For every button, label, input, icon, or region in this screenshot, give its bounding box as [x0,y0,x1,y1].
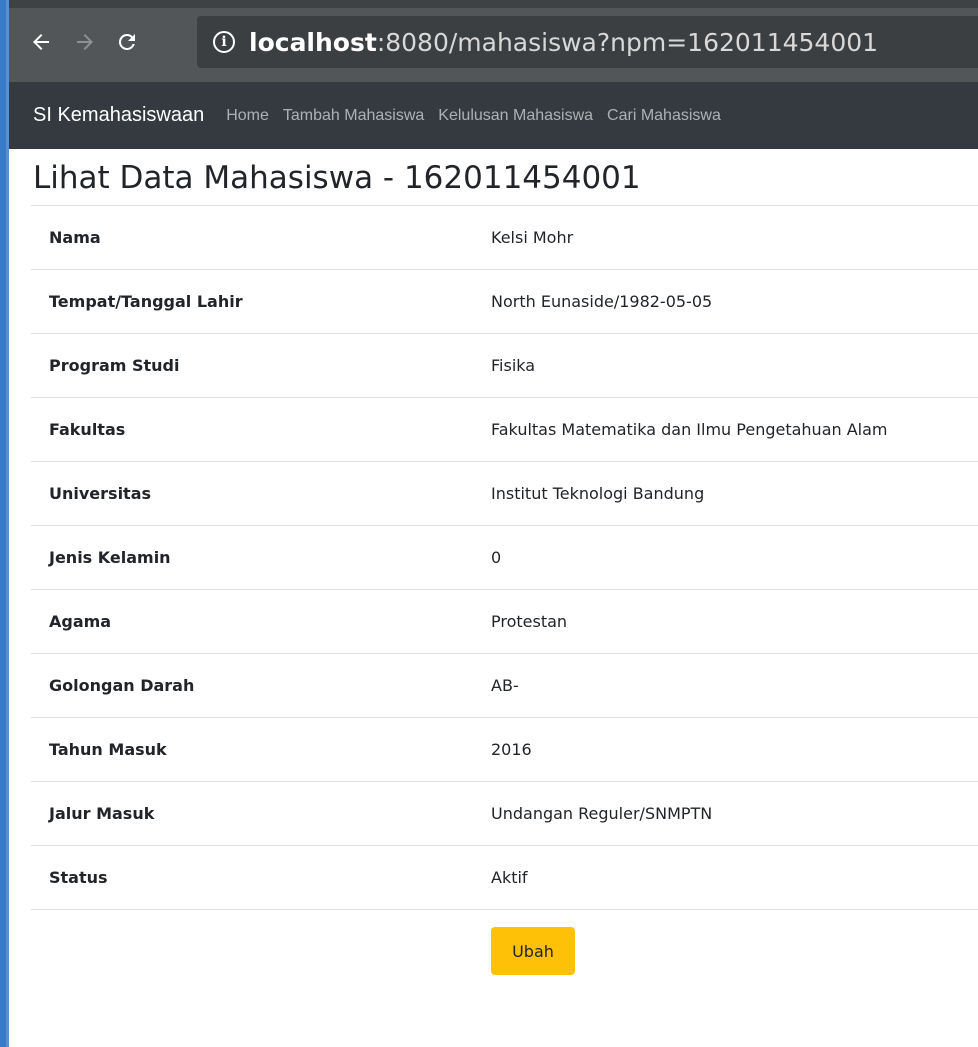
row-label: Tempat/Tanggal Lahir [49,292,243,311]
row-value: Fisika [491,356,536,375]
main-content: Lihat Data Mahasiswa - 162011454001 Nama… [9,149,978,975]
row-label: Tahun Masuk [49,740,167,759]
row-value: Undangan Reguler/SNMPTN [491,804,713,823]
row-value: Aktif [491,868,528,887]
table-row: Tahun Masuk 2016 [31,717,978,782]
row-value: AB- [491,676,519,695]
row-label: Golongan Darah [49,676,195,695]
forward-arrow-icon[interactable] [67,22,103,62]
row-label: Status [49,868,108,887]
browser-toolbar: i localhost:8080/mahasiswa?npm=162011454… [9,0,978,82]
row-value: Fakultas Matematika dan Ilmu Pengetahuan… [491,420,888,439]
table-row: Fakultas Fakultas Matematika dan Ilmu Pe… [31,397,978,462]
url-path: :8080/mahasiswa?npm=162011454001 [376,27,879,57]
page-title: Lihat Data Mahasiswa - 162011454001 [33,160,641,196]
window-left-edge [0,0,9,1047]
row-label: Jenis Kelamin [49,548,171,567]
student-detail-table: Nama Kelsi Mohr Tempat/Tanggal Lahir Nor… [31,205,978,910]
info-icon[interactable]: i [213,31,235,53]
back-arrow-icon[interactable] [23,22,59,62]
table-row: Jalur Masuk Undangan Reguler/SNMPTN [31,781,978,846]
reload-icon[interactable] [109,22,145,62]
row-value: Kelsi Mohr [491,228,574,247]
url-host: localhost [249,27,377,57]
row-label: Universitas [49,484,152,503]
edit-button[interactable]: Ubah [491,927,575,975]
table-row: Universitas Institut Teknologi Bandung [31,461,978,526]
row-value: Institut Teknologi Bandung [491,484,705,503]
table-row: Tempat/Tanggal Lahir North Eunaside/1982… [31,269,978,334]
app-navbar: SI Kemahasiswaan Home Tambah Mahasiswa K… [9,82,978,149]
table-row: Golongan Darah AB- [31,653,978,718]
table-row: Status Aktif [31,845,978,910]
navbar-brand[interactable]: SI Kemahasiswaan [33,104,204,127]
nav-link-cari-mahasiswa[interactable]: Cari Mahasiswa [607,107,721,125]
nav-link-kelulusan-mahasiswa[interactable]: Kelulusan Mahasiswa [438,107,593,125]
row-value: North Eunaside/1982-05-05 [491,292,713,311]
row-value: 2016 [491,740,532,759]
nav-link-tambah-mahasiswa[interactable]: Tambah Mahasiswa [283,107,424,125]
nav-link-home[interactable]: Home [226,107,269,125]
row-label: Program Studi [49,356,180,375]
row-label: Agama [49,612,112,631]
table-row: Agama Protestan [31,589,978,654]
table-row: Nama Kelsi Mohr [31,205,978,270]
table-row: Jenis Kelamin 0 [31,525,978,590]
address-bar[interactable]: i localhost:8080/mahasiswa?npm=162011454… [197,16,978,68]
row-value: 0 [491,548,502,567]
row-label: Fakultas [49,420,126,439]
table-row: Program Studi Fisika [31,333,978,398]
row-label: Jalur Masuk [49,804,155,823]
row-label: Nama [49,228,101,247]
row-value: Protestan [491,612,568,631]
